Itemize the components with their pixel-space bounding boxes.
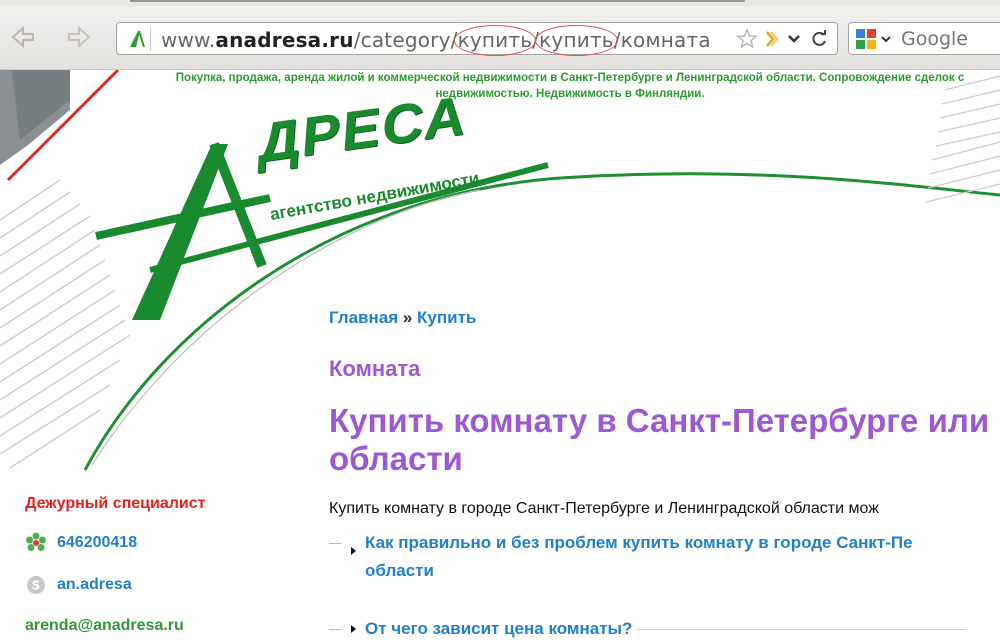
forward-arrow-icon (68, 25, 91, 49)
sidebar-contacts: Дежурный специалист 646200418 S an.adres… (25, 495, 295, 635)
triangle-right-icon (351, 547, 356, 555)
url-domain: anadresa.ru (215, 28, 354, 52)
triangle-right-icon (351, 625, 356, 633)
toc-item[interactable]: Как правильно и без проблем купить комна… (329, 529, 1000, 585)
search-input[interactable] (901, 27, 1000, 51)
url-segment-circled: купить (453, 25, 536, 56)
url-actions (736, 26, 829, 52)
left-stripes (0, 179, 131, 469)
intro-text: Купить комнату в городе Санкт-Петербурге… (329, 500, 879, 517)
breadcrumb-home-link[interactable]: Главная (329, 308, 398, 327)
skype-username[interactable]: an.adresa (57, 576, 132, 594)
url-segment-circled: купить (535, 25, 618, 56)
site-favicon-icon (125, 27, 151, 51)
url-path-end: /комната (613, 28, 711, 52)
skype-contact[interactable]: S an.adresa (25, 573, 295, 597)
duty-specialist-title: Дежурный специалист (25, 495, 206, 512)
search-bar[interactable] (848, 22, 1000, 55)
toc-link[interactable]: От чего зависит цена комнаты? (365, 619, 632, 638)
toc-link-line1[interactable]: Как правильно и без проблем купить комна… (365, 529, 1000, 557)
tab-edge (130, 0, 745, 2)
breadcrumb-current-link[interactable]: Купить (417, 308, 476, 327)
search-engine-selector[interactable] (855, 28, 895, 50)
toc-item[interactable]: От чего зависит цена комнаты? (329, 615, 1000, 643)
url-path: /category/ (353, 28, 458, 52)
url-prefix: www. (161, 28, 216, 52)
breadcrumb: Главная » Купить (329, 308, 1000, 328)
skype-icon: S (25, 574, 47, 596)
browser-toolbar: www.anadresa.ru/category/купить/купить/к… (0, 0, 1000, 70)
chevron-down-icon[interactable] (786, 28, 802, 50)
url-segment: купить (539, 28, 614, 52)
section-title: Комната (329, 356, 421, 381)
page-title: Купить комнату в Санкт-Петербурге или об… (329, 402, 1000, 478)
page-title-line2: области (329, 440, 463, 477)
toc-list: Как правильно и без проблем купить комна… (329, 533, 1000, 643)
page-title-line1: Купить комнату в Санкт-Петербурге или (329, 402, 990, 439)
toc-dash (329, 629, 341, 630)
svg-text:S: S (32, 579, 41, 593)
star-icon[interactable] (736, 28, 758, 50)
breadcrumb-separator: » (398, 308, 418, 327)
chevron-down-icon (881, 36, 891, 43)
email-link[interactable]: arenda@anadresa.ru (25, 617, 295, 635)
toc-dash (329, 543, 341, 544)
forward-button[interactable] (62, 22, 96, 52)
back-arrow-icon (11, 25, 34, 49)
icq-contact[interactable]: 646200418 (25, 531, 295, 555)
toc-rule (636, 629, 967, 631)
address-bar[interactable]: www.anadresa.ru/category/купить/купить/к… (116, 22, 838, 56)
tab-strip (0, 0, 1000, 6)
icq-flower-icon (25, 532, 47, 554)
url-segment: купить (457, 28, 533, 52)
reload-icon[interactable] (809, 28, 829, 50)
toc-link-line2[interactable]: области (365, 557, 1000, 585)
google-icon (856, 29, 876, 49)
site-tagline: Покупка, продажа, аренда жилой и коммерч… (175, 72, 965, 100)
feed-icon[interactable] (765, 28, 779, 50)
main-content: Главная » Купить Комната Купить комнату … (329, 308, 1000, 518)
url-text[interactable]: www.anadresa.ru/category/купить/купить/к… (161, 25, 711, 56)
logo-letter-a (95, 142, 549, 320)
back-button[interactable] (6, 22, 40, 52)
web-page: Покупка, продажа, аренда жилой и коммерч… (0, 70, 1000, 643)
icq-number[interactable]: 646200418 (57, 534, 137, 552)
